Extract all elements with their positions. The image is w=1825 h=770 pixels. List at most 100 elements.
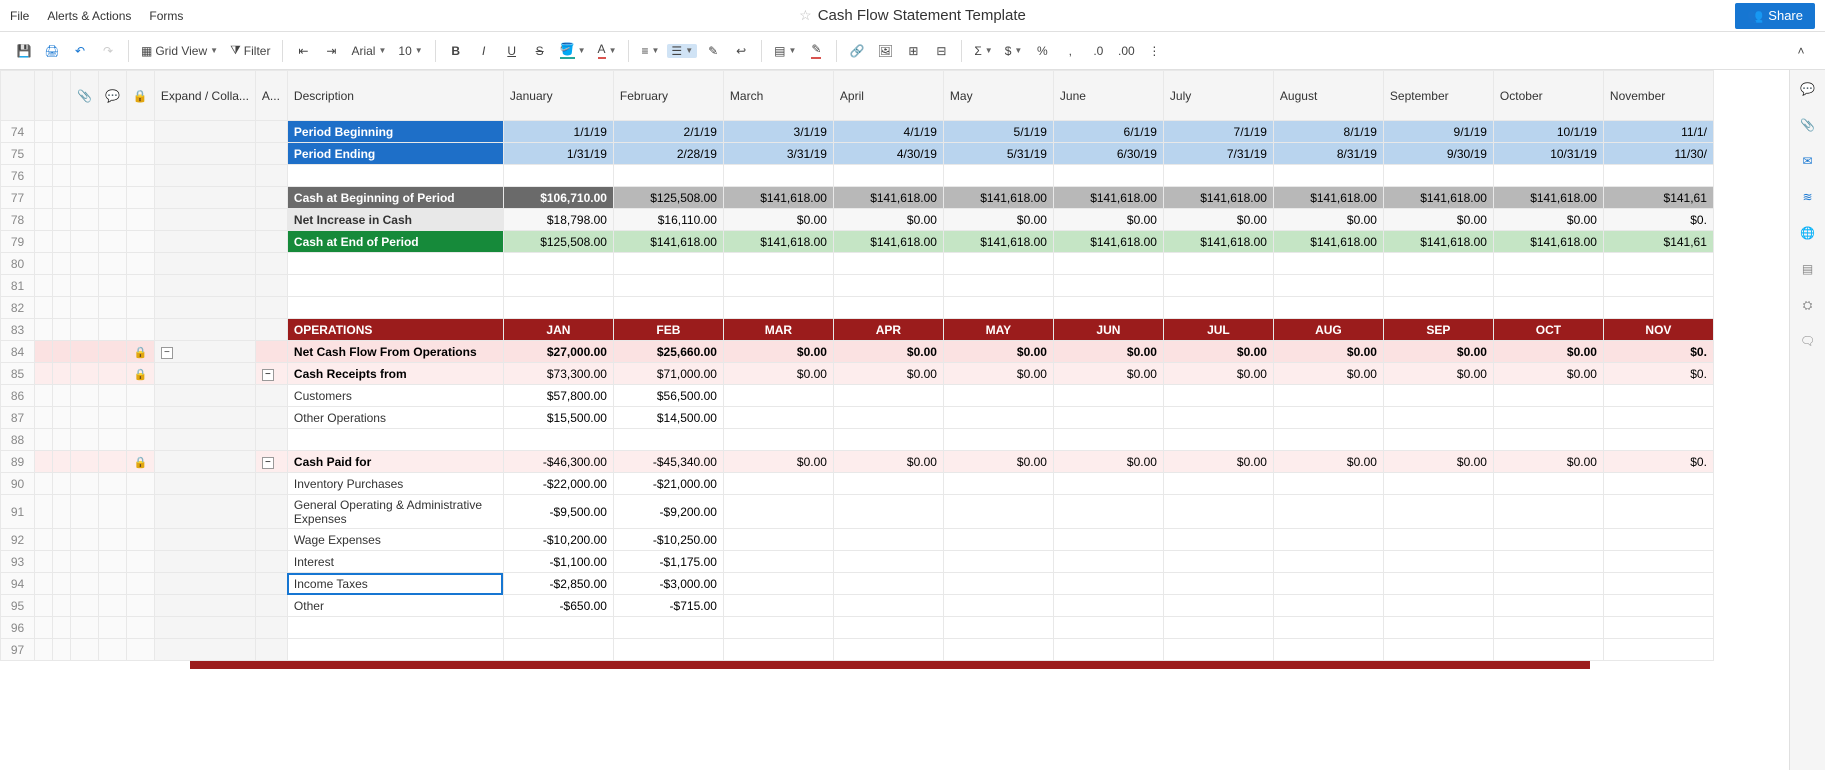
cell[interactable] xyxy=(35,595,53,617)
cell[interactable]: -$22,000.00 xyxy=(503,473,613,495)
cell[interactable]: 75 xyxy=(1,143,35,165)
cell[interactable] xyxy=(1053,639,1163,661)
cell[interactable] xyxy=(255,143,287,165)
help-rail-icon[interactable]: ⛭ xyxy=(1799,296,1817,314)
cell[interactable]: $141,618.00 xyxy=(1273,187,1383,209)
cell[interactable] xyxy=(35,473,53,495)
cell[interactable] xyxy=(53,385,71,407)
cell[interactable] xyxy=(943,253,1053,275)
cell[interactable] xyxy=(1273,385,1383,407)
cell[interactable] xyxy=(126,231,154,253)
cell[interactable] xyxy=(1493,495,1603,529)
cell[interactable] xyxy=(1493,573,1603,595)
cell[interactable] xyxy=(53,451,71,473)
cell[interactable] xyxy=(35,363,53,385)
cell[interactable]: -$3,000.00 xyxy=(613,573,723,595)
cell[interactable]: Net Increase in Cash xyxy=(287,209,503,231)
cell[interactable]: General Operating & Administrative Expen… xyxy=(287,495,503,529)
cell[interactable] xyxy=(53,341,71,363)
cell[interactable] xyxy=(35,429,53,451)
cell[interactable] xyxy=(1603,165,1713,187)
cell[interactable] xyxy=(35,385,53,407)
cell[interactable]: $0.00 xyxy=(1493,451,1603,473)
cell[interactable] xyxy=(98,143,126,165)
cell[interactable] xyxy=(154,551,255,573)
cell[interactable]: 80 xyxy=(1,253,35,275)
cell[interactable] xyxy=(53,595,71,617)
currency-icon[interactable]: $▼ xyxy=(1001,44,1027,58)
cell[interactable] xyxy=(1163,595,1273,617)
cell[interactable]: 3/1/19 xyxy=(723,121,833,143)
cell[interactable] xyxy=(126,617,154,639)
cell[interactable]: $0.00 xyxy=(943,209,1053,231)
cell[interactable]: -$1,100.00 xyxy=(503,551,613,573)
cell[interactable]: Period Beginning xyxy=(287,121,503,143)
cell[interactable]: $0.00 xyxy=(1053,209,1163,231)
cell[interactable] xyxy=(833,385,943,407)
cell[interactable]: 95 xyxy=(1,595,35,617)
cell[interactable] xyxy=(1053,275,1163,297)
cell[interactable]: 2/28/19 xyxy=(613,143,723,165)
cell[interactable] xyxy=(1383,573,1493,595)
menu-forms[interactable]: Forms xyxy=(149,9,183,23)
cell[interactable] xyxy=(723,639,833,661)
cell[interactable]: $18,798.00 xyxy=(503,209,613,231)
cell[interactable] xyxy=(723,253,833,275)
cell[interactable] xyxy=(255,231,287,253)
cell[interactable]: $0.00 xyxy=(1493,341,1603,363)
cell[interactable]: $141,618.00 xyxy=(723,187,833,209)
cell[interactable] xyxy=(126,165,154,187)
cell[interactable]: $106,710.00 xyxy=(503,187,613,209)
cell[interactable] xyxy=(98,209,126,231)
cell[interactable]: $141,618.00 xyxy=(1163,231,1273,253)
cell[interactable]: $0.00 xyxy=(1383,209,1493,231)
cell[interactable] xyxy=(53,209,71,231)
font-color-icon[interactable]: A▼ xyxy=(594,42,621,59)
cell[interactable] xyxy=(1603,595,1713,617)
cell[interactable]: $27,000.00 xyxy=(503,341,613,363)
cell[interactable] xyxy=(1273,573,1383,595)
cell[interactable] xyxy=(1163,573,1273,595)
cell[interactable] xyxy=(255,187,287,209)
cell[interactable] xyxy=(1273,429,1383,451)
cell[interactable] xyxy=(1383,639,1493,661)
cell[interactable] xyxy=(833,595,943,617)
sheet-title[interactable]: Cash Flow Statement Template xyxy=(818,7,1026,24)
cell[interactable] xyxy=(98,573,126,595)
cell[interactable] xyxy=(1273,297,1383,319)
cell[interactable]: 78 xyxy=(1,209,35,231)
cell[interactable] xyxy=(154,165,255,187)
cell[interactable] xyxy=(1493,429,1603,451)
cell[interactable]: 4/1/19 xyxy=(833,121,943,143)
cell[interactable] xyxy=(1383,385,1493,407)
cell[interactable]: $0.00 xyxy=(1163,451,1273,473)
cell[interactable]: $0.00 xyxy=(1053,341,1163,363)
cell[interactable] xyxy=(71,385,99,407)
cell[interactable] xyxy=(126,209,154,231)
cell[interactable] xyxy=(35,165,53,187)
cell[interactable] xyxy=(126,639,154,661)
cell[interactable] xyxy=(53,495,71,529)
cell[interactable] xyxy=(98,297,126,319)
cell[interactable] xyxy=(35,451,53,473)
cell[interactable] xyxy=(1163,495,1273,529)
cell[interactable]: $25,660.00 xyxy=(613,341,723,363)
cell[interactable] xyxy=(126,319,154,341)
cell[interactable] xyxy=(71,187,99,209)
cell[interactable]: -$21,000.00 xyxy=(613,473,723,495)
cell[interactable] xyxy=(98,275,126,297)
cell[interactable] xyxy=(35,639,53,661)
cell[interactable] xyxy=(154,407,255,429)
cell[interactable] xyxy=(53,429,71,451)
cell[interactable] xyxy=(1493,595,1603,617)
cell[interactable]: $0.00 xyxy=(1383,363,1493,385)
strikethrough-icon[interactable]: S xyxy=(528,39,552,63)
cell[interactable] xyxy=(255,407,287,429)
cell[interactable] xyxy=(723,529,833,551)
cell[interactable] xyxy=(53,407,71,429)
cell[interactable]: $0.00 xyxy=(833,341,943,363)
cell[interactable] xyxy=(833,253,943,275)
cell[interactable] xyxy=(1053,429,1163,451)
cell[interactable]: 77 xyxy=(1,187,35,209)
cell[interactable] xyxy=(1273,639,1383,661)
